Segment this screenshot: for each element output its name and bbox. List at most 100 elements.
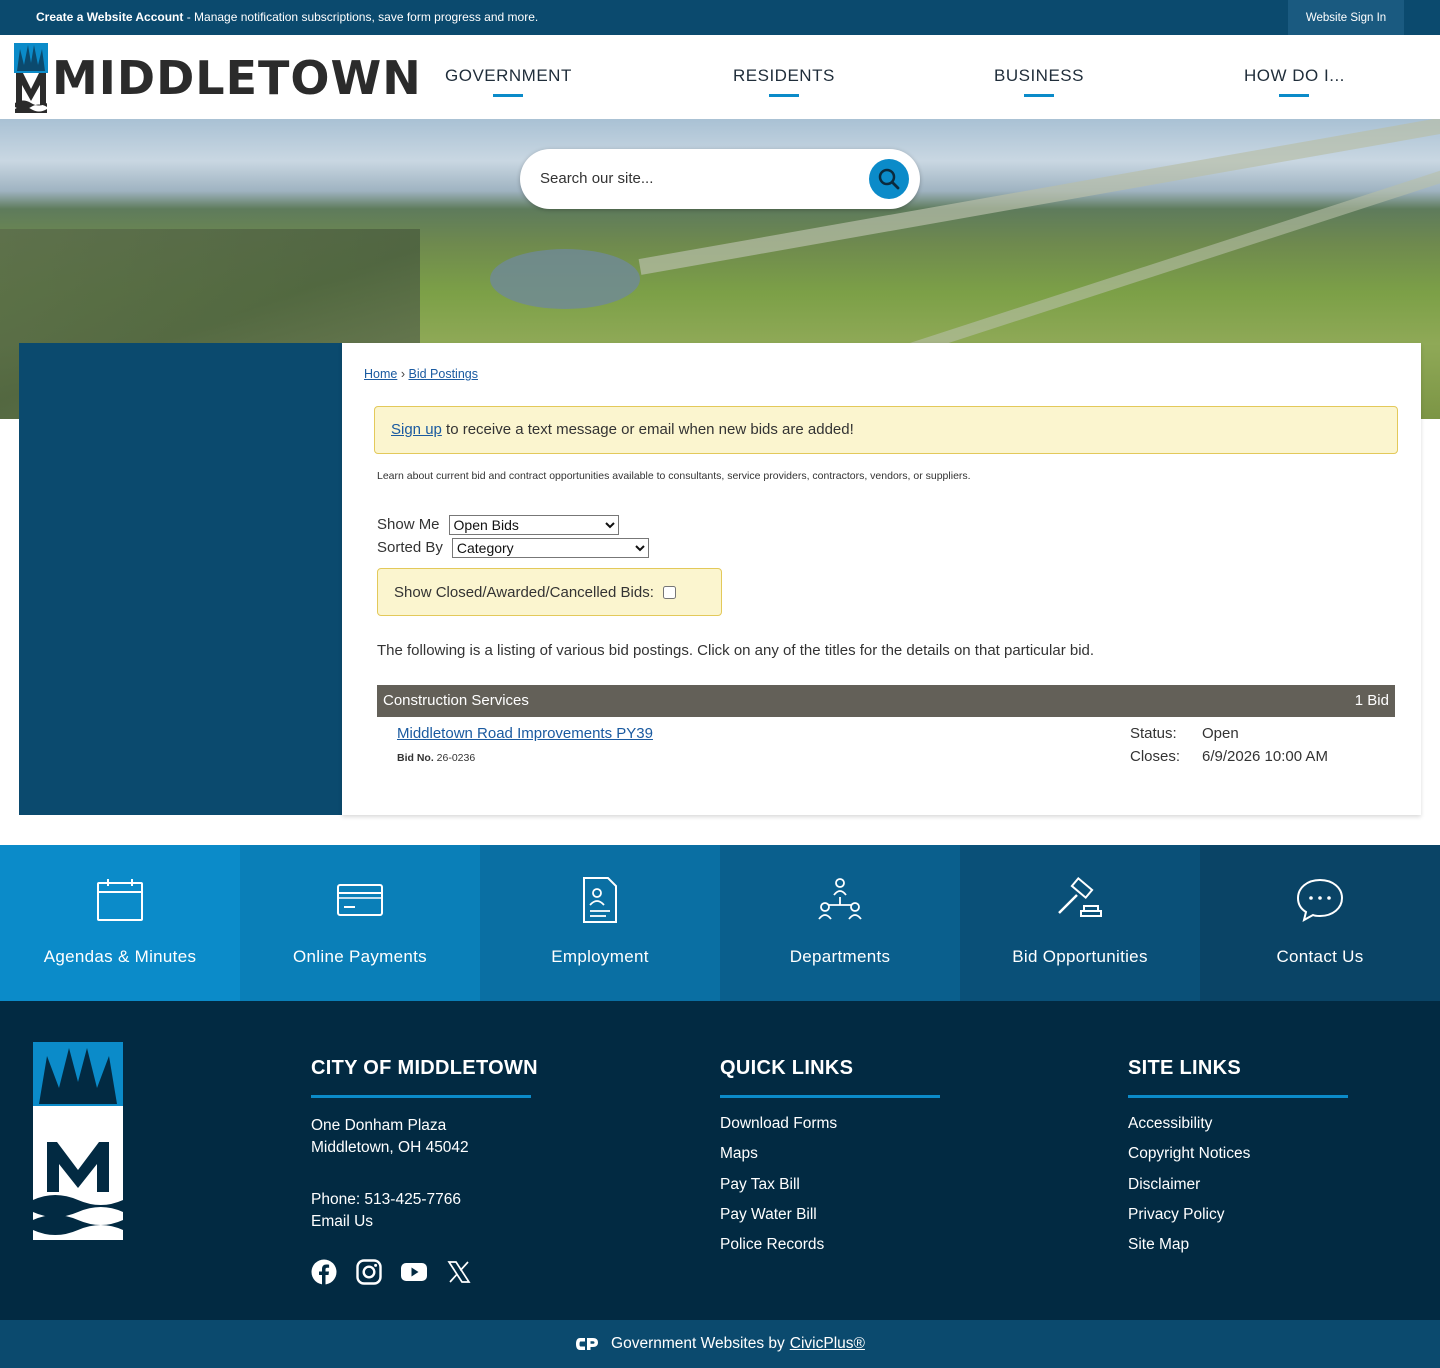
left-sidebar (19, 343, 342, 815)
civicplus-bar: Government Websites by CivicPlus® (0, 1320, 1440, 1368)
footer-quick-links: QUICK LINKS Download Forms Maps Pay Tax … (720, 1057, 940, 1266)
breadcrumb-home[interactable]: Home (364, 367, 397, 381)
logo-wordmark: MIDDLETOWN (52, 51, 422, 105)
footer-heading-rule (1128, 1095, 1348, 1098)
social-links (311, 1259, 472, 1285)
x-icon[interactable] (446, 1259, 472, 1285)
breadcrumb: Home › Bid Postings (364, 367, 478, 381)
quick-link-download-forms[interactable]: Download Forms (720, 1115, 940, 1145)
nav-label: HOW DO I... (1244, 66, 1345, 85)
show-me-row: Show Me Open Bids (377, 513, 649, 536)
utility-bar: Create a Website Account - Manage notifi… (0, 0, 1440, 35)
document-person-icon (575, 875, 625, 925)
tile-label: Employment (551, 947, 649, 966)
search-icon (878, 168, 900, 190)
sign-up-link[interactable]: Sign up (391, 421, 442, 438)
nav-underline (768, 94, 799, 97)
create-account-link[interactable]: Create a Website Account (36, 10, 183, 24)
quick-link-tiles: Agendas & Minutes Online Payments Employ… (0, 845, 1440, 1001)
site-link-accessibility[interactable]: Accessibility (1128, 1115, 1348, 1145)
calendar-icon (95, 875, 145, 925)
nav-label: RESIDENTS (733, 66, 835, 85)
create-account-message[interactable]: Create a Website Account - Manage notifi… (36, 10, 538, 24)
site-link-privacy[interactable]: Privacy Policy (1128, 1206, 1348, 1236)
tile-label: Departments (789, 947, 891, 966)
footer-email-link[interactable]: Email Us (311, 1211, 538, 1233)
bid-number: Bid No. 26-0236 (397, 752, 475, 764)
breadcrumb-separator: › (400, 367, 405, 381)
alert-text: to receive a text message or email when … (441, 421, 854, 438)
address-line-2: Middletown, OH 45042 (311, 1139, 469, 1156)
show-closed-checkbox[interactable] (662, 585, 676, 599)
listing-note: The following is a listing of various bi… (377, 642, 1095, 659)
quick-links-heading: QUICK LINKS (720, 1057, 854, 1079)
nav-how-do-i[interactable]: HOW DO I... (1244, 66, 1345, 97)
sorted-by-label: Sorted By (377, 539, 443, 556)
quick-link-maps[interactable]: Maps (720, 1145, 940, 1175)
site-link-disclaimer[interactable]: Disclaimer (1128, 1176, 1348, 1206)
footer-heading-rule (311, 1095, 531, 1098)
footer-city-column: CITY OF MIDDLETOWN One Donham Plaza Midd… (311, 1057, 538, 1233)
footer-address: One Donham Plaza Middletown, OH 45042 (311, 1115, 538, 1159)
civicplus-text: Government Websites by (611, 1335, 785, 1352)
tile-departments[interactable]: Departments (720, 845, 960, 1001)
search-button[interactable] (869, 159, 909, 199)
bid-filters: Show Me Open Bids Sorted By Category (377, 513, 649, 559)
facebook-icon[interactable] (311, 1259, 337, 1285)
nav-government[interactable]: GOVERNMENT (445, 66, 572, 97)
category-count: 1 Bid (1354, 692, 1389, 709)
tile-online-payments[interactable]: Online Payments (240, 845, 480, 1001)
bid-closes-row: Closes: 6/9/2026 10:00 AM (1130, 748, 1328, 771)
status-label: Status: (1130, 725, 1177, 742)
site-link-site-map[interactable]: Site Map (1128, 1236, 1348, 1266)
nav-residents[interactable]: RESIDENTS (733, 66, 835, 97)
status-value: Open (1202, 725, 1239, 742)
site-link-copyright[interactable]: Copyright Notices (1128, 1145, 1348, 1175)
bid-status-row: Status: Open (1130, 725, 1328, 748)
tile-bid-opportunities[interactable]: Bid Opportunities (960, 845, 1200, 1001)
tile-employment[interactable]: Employment (480, 845, 720, 1001)
gavel-icon (1055, 875, 1105, 925)
breadcrumb-bid-postings[interactable]: Bid Postings (408, 367, 477, 381)
footer-site-links: SITE LINKS Accessibility Copyright Notic… (1128, 1057, 1348, 1266)
site-logo[interactable]: MIDDLETOWN (14, 43, 422, 113)
bid-number-label: Bid No. (397, 752, 434, 764)
address-line-1: One Donham Plaza (311, 1117, 447, 1134)
nav-label: GOVERNMENT (445, 66, 572, 85)
nav-business[interactable]: BUSINESS (994, 66, 1084, 97)
nav-underline (1023, 94, 1054, 97)
category-header: Construction Services 1 Bid (377, 685, 1395, 717)
bid-status-block: Status: Open Closes: 6/9/2026 10:00 AM (1130, 725, 1328, 771)
site-links-list: Accessibility Copyright Notices Disclaim… (1128, 1115, 1348, 1266)
tile-contact-us[interactable]: Contact Us (1200, 845, 1440, 1001)
quick-links-list: Download Forms Maps Pay Tax Bill Pay Wat… (720, 1115, 940, 1266)
main-content: Home › Bid Postings Sign up to receive a… (342, 343, 1421, 815)
create-account-desc: - Manage notification subscriptions, sav… (183, 10, 539, 24)
site-header: MIDDLETOWN GOVERNMENT RESIDENTS BUSINESS… (0, 35, 1440, 119)
search-input[interactable]: Search our site... (540, 170, 653, 187)
civicplus-logo-icon (575, 1336, 599, 1352)
quick-link-police-records[interactable]: Police Records (720, 1236, 940, 1266)
site-search: Search our site... (520, 149, 920, 209)
footer-contact: Phone: 513-425-7766 Email Us (311, 1189, 538, 1233)
website-sign-in-button[interactable]: Website Sign In (1288, 0, 1404, 35)
quick-link-pay-water-bill[interactable]: Pay Water Bill (720, 1206, 940, 1236)
middletown-footer-logo-icon[interactable] (33, 1042, 123, 1240)
signup-alert: Sign up to receive a text message or ema… (374, 406, 1398, 454)
youtube-icon[interactable] (401, 1259, 427, 1285)
show-closed-label: Show Closed/Awarded/Cancelled Bids: (394, 583, 654, 601)
show-closed-toggle: Show Closed/Awarded/Cancelled Bids: (377, 568, 722, 616)
bid-title-link[interactable]: Middletown Road Improvements PY39 (397, 725, 653, 742)
show-me-select[interactable]: Open Bids (448, 514, 619, 535)
quick-link-pay-tax-bill[interactable]: Pay Tax Bill (720, 1176, 940, 1206)
nav-underline (493, 94, 524, 97)
bid-number-value: 26-0236 (436, 752, 476, 764)
sorted-by-select[interactable]: Category (451, 537, 649, 558)
nav-label: BUSINESS (994, 66, 1084, 85)
credit-card-icon (335, 875, 385, 925)
civicplus-link[interactable]: CivicPlus® (790, 1335, 865, 1353)
instagram-icon[interactable] (356, 1259, 382, 1285)
tile-agendas-minutes[interactable]: Agendas & Minutes (0, 845, 240, 1001)
tile-label: Online Payments (293, 947, 427, 966)
site-footer: CITY OF MIDDLETOWN One Donham Plaza Midd… (0, 1001, 1440, 1320)
